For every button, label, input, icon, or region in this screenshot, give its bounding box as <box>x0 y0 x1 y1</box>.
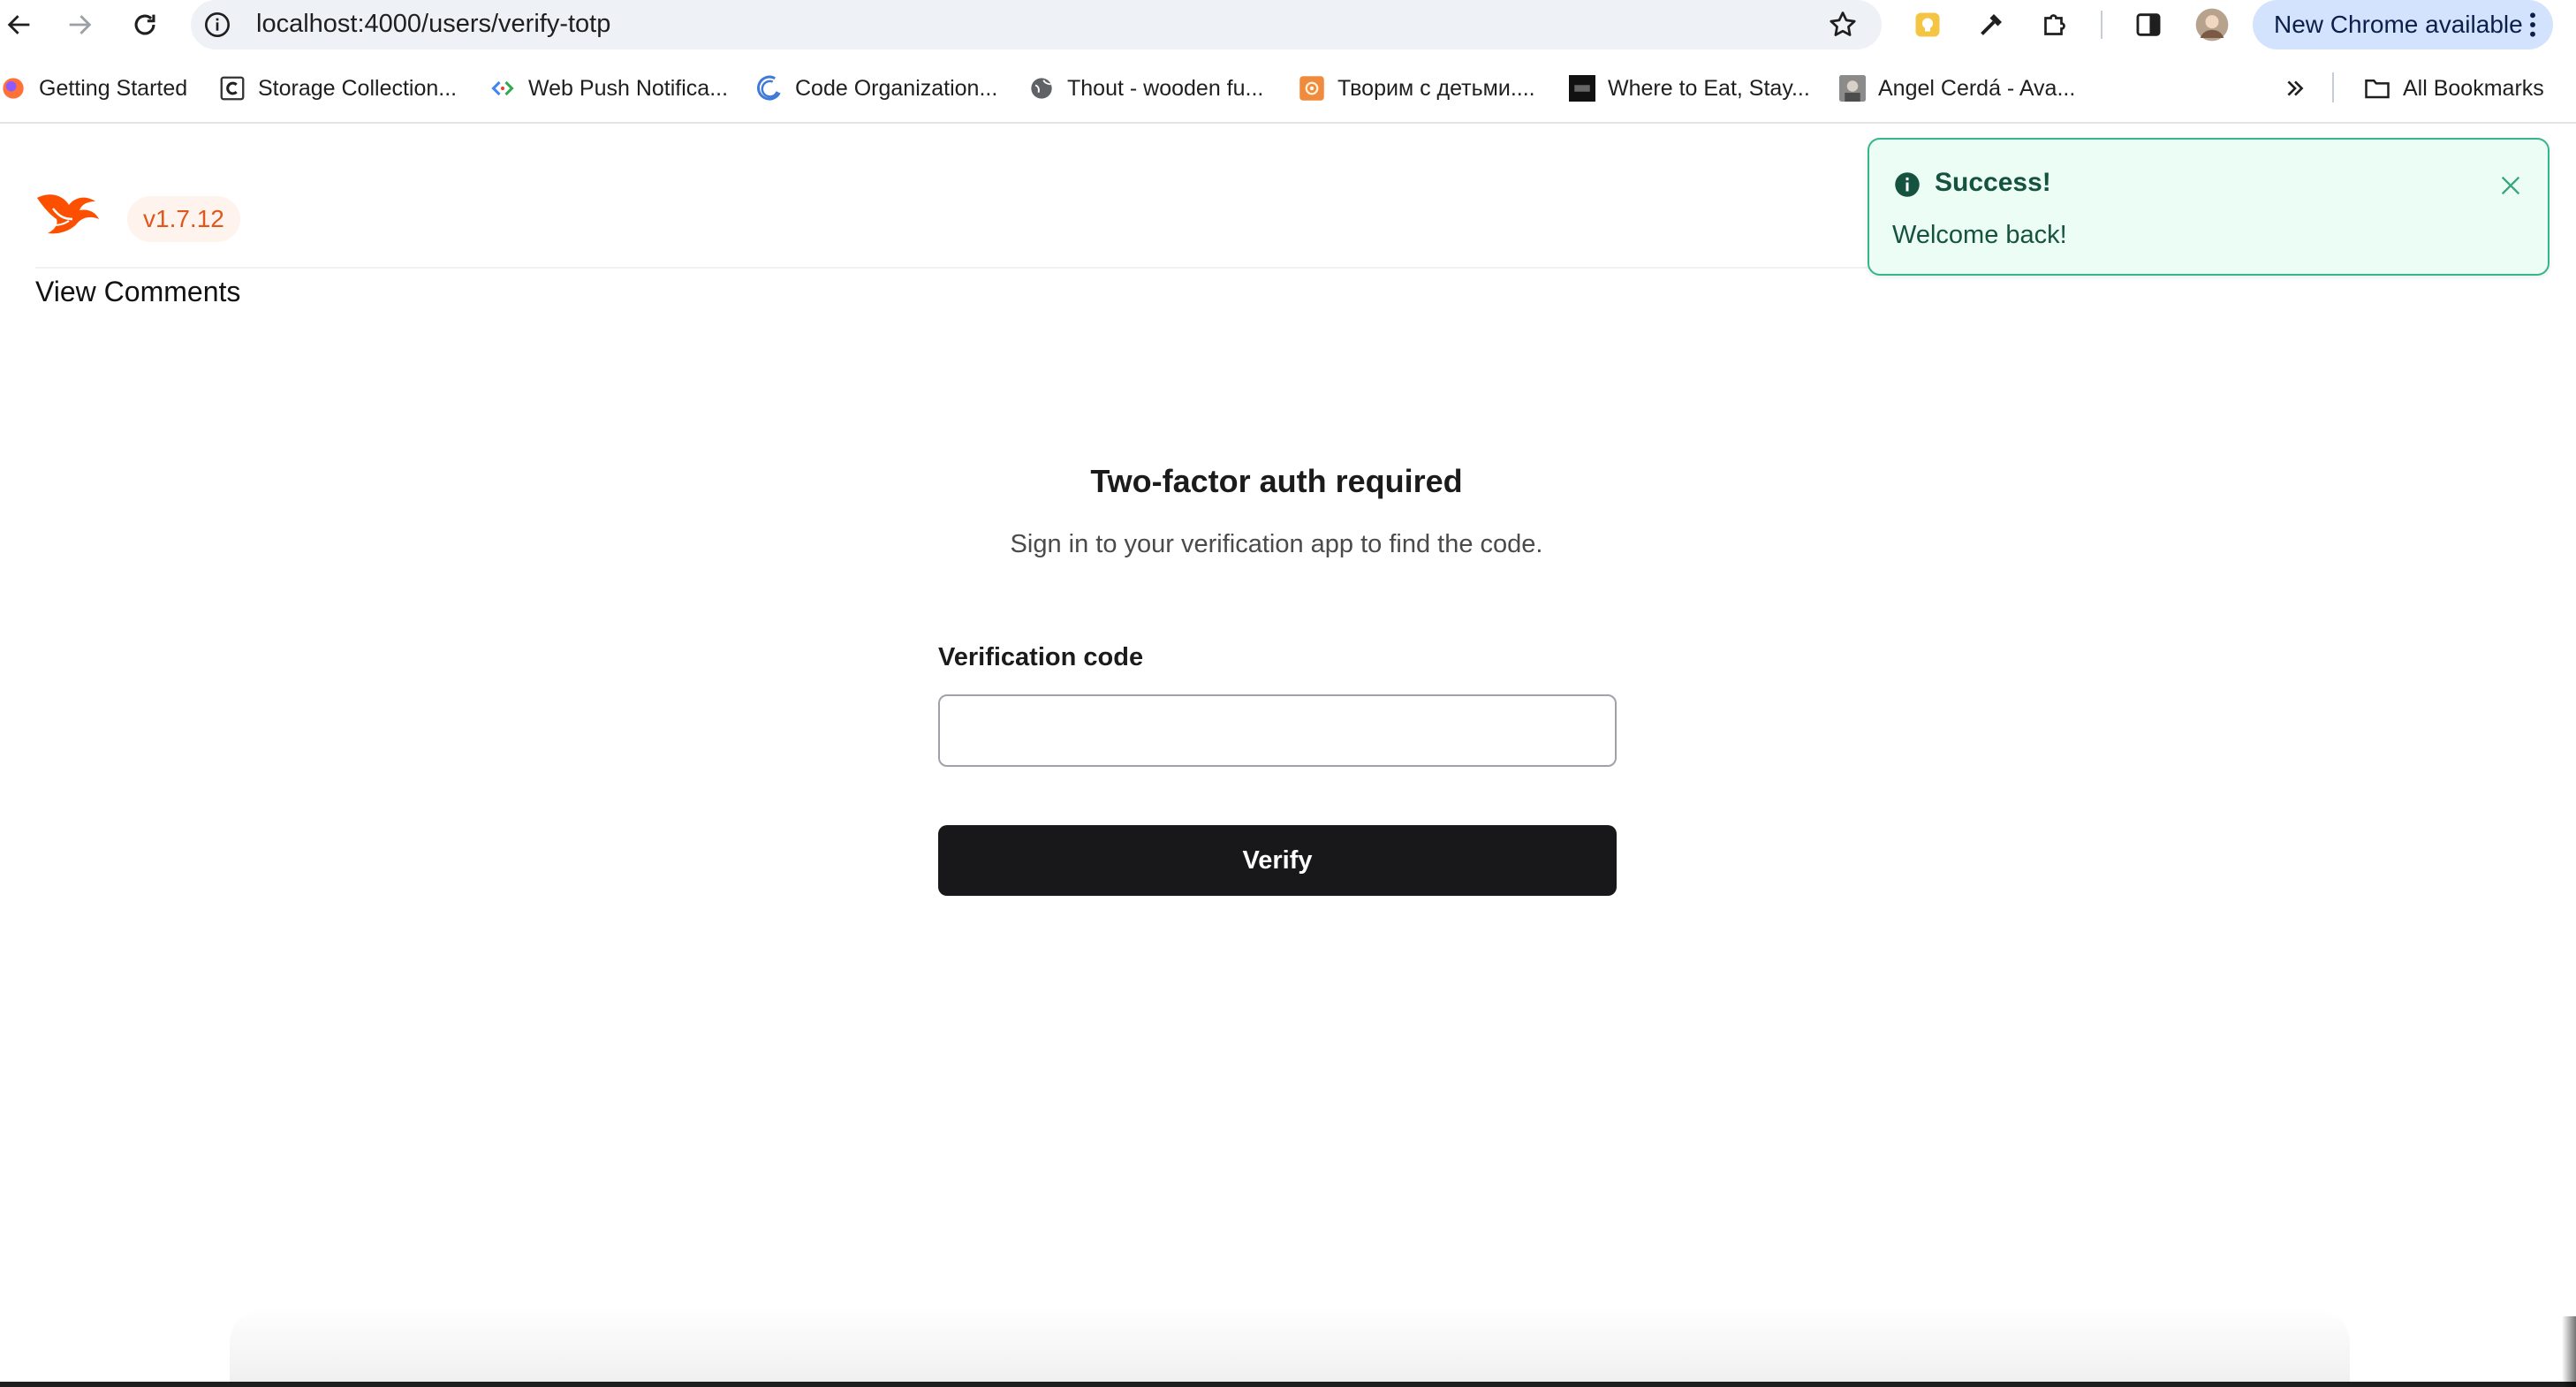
cnt-logo-icon <box>1569 75 1595 102</box>
window-bottom-shadow <box>230 1307 2350 1387</box>
toast-message: Welcome back! <box>1892 221 2067 249</box>
flash-success-toast[interactable]: Success! Welcome back! <box>1868 138 2549 276</box>
chrome-update-button[interactable]: New Chrome available <box>2253 0 2553 49</box>
info-circle-icon <box>1895 172 1920 197</box>
verify-button[interactable]: Verify <box>938 825 1617 896</box>
bookmarks-bar: Getting Started Storage Collection... We… <box>0 62 2576 115</box>
moon-arc-icon <box>756 75 783 102</box>
bookmark-item[interactable]: Getting Started <box>0 71 187 106</box>
keep-extension-icon[interactable] <box>1908 5 1947 44</box>
view-comments-link[interactable]: View Comments <box>35 276 240 308</box>
site-info-icon[interactable] <box>201 9 233 41</box>
bookmark-label: Getting Started <box>39 75 188 101</box>
verification-code-input[interactable] <box>938 694 1617 767</box>
globe-icon <box>1028 75 1055 102</box>
bookmark-item[interactable]: Code Organization... <box>756 71 997 106</box>
bookmark-item[interactable]: Angel Cerdá - Ava... <box>1839 71 2075 106</box>
chrome-update-label: New Chrome available <box>2274 11 2523 38</box>
page-title: Two-factor auth required <box>1090 463 1463 499</box>
bookmark-star-icon[interactable] <box>1825 7 1860 42</box>
folder-icon <box>2364 75 2390 102</box>
browser-toolbar: localhost:4000/users/verify-totp New Chr… <box>0 0 2576 49</box>
all-bookmarks-label: All Bookmarks <box>2403 75 2544 101</box>
address-bar[interactable]: localhost:4000/users/verify-totp <box>191 0 1882 49</box>
verification-code-label: Verification code <box>938 643 1144 671</box>
reload-icon[interactable] <box>125 5 164 44</box>
extensions-puzzle-icon[interactable] <box>2035 5 2074 44</box>
bookmark-label: Code Organization... <box>795 75 998 101</box>
firefox-icon <box>0 75 27 102</box>
bookmark-label: Thout - wooden fu... <box>1067 75 1264 101</box>
bookmark-label: Storage Collection... <box>258 75 458 101</box>
bookmark-item[interactable]: Storage Collection... <box>219 71 457 106</box>
close-icon[interactable] <box>2495 170 2527 201</box>
phoenix-logo-icon[interactable] <box>34 189 101 242</box>
orange-flower-icon <box>1299 75 1325 102</box>
header-divider <box>35 267 1873 269</box>
bookmark-label: Творим с детьми.... <box>1337 75 1535 101</box>
bookmark-label: Web Push Notifica... <box>528 75 729 101</box>
bookmark-item[interactable]: Web Push Notifica... <box>489 71 728 106</box>
bookmark-label: Angel Cerdá - Ava... <box>1878 75 2076 101</box>
window-bottom-edge <box>0 1382 2576 1387</box>
chevron-double-right-icon[interactable] <box>2277 71 2313 106</box>
toast-title: Success! <box>1935 168 2051 197</box>
more-menu-icon[interactable] <box>2518 7 2548 42</box>
back-arrow-icon[interactable] <box>0 5 39 44</box>
profile-avatar[interactable] <box>2193 5 2231 44</box>
browser-content-divider <box>0 122 2576 124</box>
eyedropper-icon[interactable] <box>1972 5 2011 44</box>
code-chevrons-icon <box>489 75 516 102</box>
bookmark-item[interactable]: Where to Eat, Stay... <box>1569 71 1810 106</box>
toolbar-separator <box>2101 11 2102 39</box>
url-text[interactable]: localhost:4000/users/verify-totp <box>256 10 610 39</box>
forward-arrow-icon[interactable] <box>60 5 99 44</box>
page-subtitle: Sign in to your verification app to find… <box>1010 530 1543 558</box>
bookmark-item[interactable]: Творим с детьми.... <box>1299 71 1535 106</box>
all-bookmarks-button[interactable]: All Bookmarks <box>2364 71 2544 106</box>
bookmark-label: Where to Eat, Stay... <box>1608 75 1810 101</box>
window-corner-shadow <box>2562 1316 2576 1387</box>
portrait-icon <box>1839 75 1866 102</box>
c-letter-icon <box>219 75 246 102</box>
side-panel-icon[interactable] <box>2129 5 2168 44</box>
bookmark-item[interactable]: Thout - wooden fu... <box>1028 71 1263 106</box>
bookmarks-separator <box>2332 72 2334 102</box>
version-badge: v1.7.12 <box>127 196 240 242</box>
